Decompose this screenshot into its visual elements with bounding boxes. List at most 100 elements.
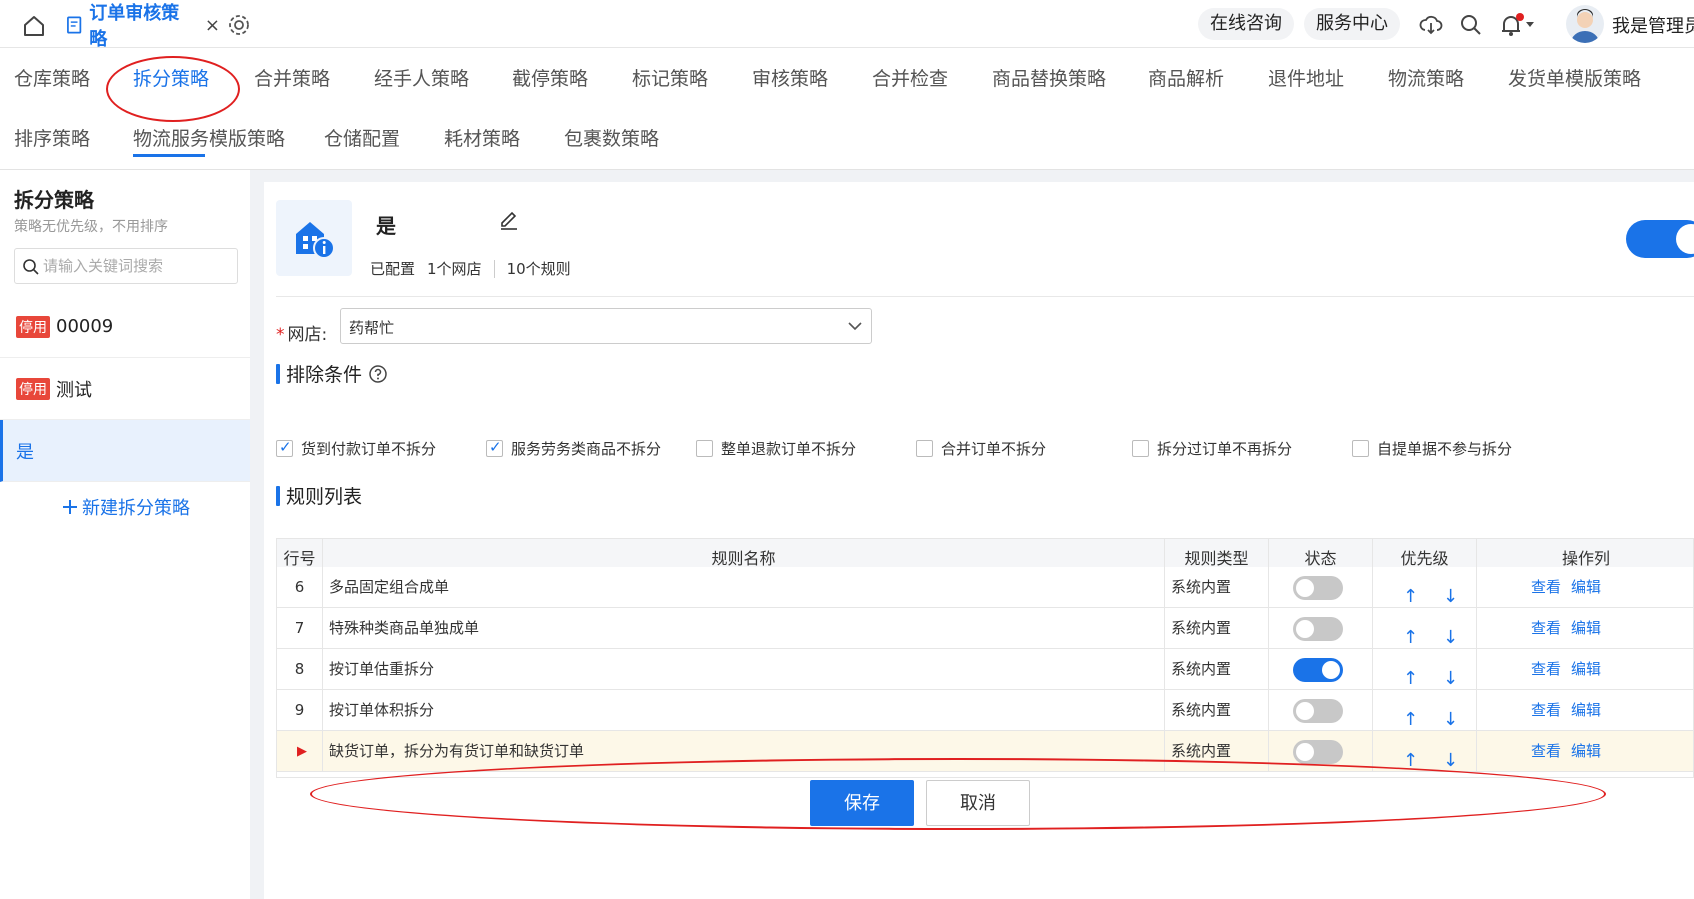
- nav-item-split[interactable]: 拆分策略: [133, 64, 209, 91]
- new-strategy-label: 新建拆分策略: [82, 498, 190, 519]
- edit-link[interactable]: 编辑: [1571, 731, 1601, 772]
- view-link[interactable]: 查看: [1531, 690, 1561, 731]
- nav-item-product-replace[interactable]: 商品替换策略: [992, 64, 1106, 91]
- list-item-label: 00009: [56, 316, 114, 337]
- nav-item-merge-check[interactable]: 合并检查: [872, 64, 948, 91]
- online-consult-button[interactable]: 在线咨询: [1198, 8, 1294, 40]
- rules-section-title: 规则列表: [276, 482, 362, 509]
- shop-select[interactable]: 药帮忙: [340, 308, 872, 344]
- move-down-icon[interactable]: ↓: [1443, 576, 1458, 608]
- checkbox-pickup[interactable]: 自提单据不参与拆分: [1352, 438, 1512, 459]
- checkbox-cod[interactable]: 货到付款订单不拆分: [276, 438, 436, 459]
- checkbox[interactable]: [1352, 440, 1369, 457]
- view-link[interactable]: 查看: [1531, 731, 1561, 772]
- avatar[interactable]: [1566, 5, 1604, 43]
- move-up-icon[interactable]: ↑: [1403, 658, 1418, 690]
- cloud-download-icon[interactable]: [1418, 12, 1444, 38]
- chevron-down-icon: [848, 322, 862, 331]
- sidebar-search: [14, 248, 238, 284]
- list-item[interactable]: 停用 00009: [0, 296, 250, 358]
- edit-link[interactable]: 编辑: [1571, 567, 1601, 608]
- nav-item-intercept[interactable]: 截停策略: [512, 64, 588, 91]
- nav-item-return-address[interactable]: 退件地址: [1268, 64, 1344, 91]
- move-down-icon[interactable]: ↓: [1443, 658, 1458, 690]
- policy-enable-toggle[interactable]: [1626, 220, 1694, 258]
- help-icon[interactable]: [368, 364, 388, 384]
- document-icon: [67, 16, 82, 34]
- nav-item-storage-config[interactable]: 仓储配置: [324, 124, 400, 151]
- nav-item-consumables[interactable]: 耗材策略: [444, 124, 520, 151]
- list-item-selected[interactable]: 是: [0, 420, 250, 482]
- bell-icon[interactable]: [1498, 12, 1538, 38]
- strategy-detail-panel: 是 已配置 1个网店 10个规则 *网店: 药帮忙 排除条件 货到付款订单不拆分…: [264, 182, 1694, 899]
- move-up-icon[interactable]: ↑: [1403, 617, 1418, 649]
- strategy-sidebar: 拆分策略 策略无优先级，不用排序 停用 00009 停用 测试 是 新建拆分策略: [0, 170, 250, 899]
- table-row: 7 特殊种类商品单独成单 系统内置 ↑ ↓ 查看 编辑: [277, 608, 1693, 649]
- move-up-icon[interactable]: ↑: [1403, 576, 1418, 608]
- nav-item-handler[interactable]: 经手人策略: [374, 64, 469, 91]
- gear-icon[interactable]: [226, 12, 252, 38]
- status-toggle[interactable]: [1293, 617, 1343, 641]
- checkbox[interactable]: [486, 438, 503, 457]
- nav-item-logistics[interactable]: 物流策略: [1388, 64, 1464, 91]
- shop-select-value: 药帮忙: [349, 319, 395, 337]
- checkbox[interactable]: [1132, 440, 1149, 457]
- close-icon[interactable]: ×: [205, 15, 220, 36]
- move-down-icon[interactable]: ↓: [1443, 617, 1458, 649]
- edit-icon[interactable]: [498, 208, 520, 230]
- new-strategy-button[interactable]: 新建拆分策略: [62, 494, 190, 520]
- tab-order-review[interactable]: 订单审核策略 ×: [58, 3, 220, 50]
- move-up-icon[interactable]: ↑: [1403, 740, 1418, 772]
- username[interactable]: 我是管理员: [1612, 12, 1694, 38]
- status-toggle[interactable]: [1293, 658, 1343, 682]
- move-down-icon[interactable]: ↓: [1443, 740, 1458, 772]
- nav-item-mark[interactable]: 标记策略: [632, 64, 708, 91]
- view-link[interactable]: 查看: [1531, 567, 1561, 608]
- status-toggle[interactable]: [1293, 576, 1343, 600]
- move-down-icon[interactable]: ↓: [1443, 699, 1458, 731]
- save-button[interactable]: 保存: [810, 780, 914, 826]
- nav-item-product-parse[interactable]: 商品解析: [1148, 64, 1224, 91]
- policy-shop-count: 1个网店: [427, 260, 482, 278]
- service-center-button[interactable]: 服务中心: [1304, 8, 1400, 40]
- home-icon[interactable]: [20, 12, 48, 40]
- checkbox-split-once[interactable]: 拆分过订单不再拆分: [1132, 438, 1292, 459]
- nav-item-review[interactable]: 审核策略: [752, 64, 828, 91]
- policy-status: 已配置: [370, 260, 416, 278]
- policy-meta: 已配置 1个网店 10个规则: [370, 258, 571, 279]
- nav-item-package-count[interactable]: 包裹数策略: [564, 124, 659, 151]
- nav-item-warehouse[interactable]: 仓库策略: [14, 64, 90, 91]
- nav-item-merge[interactable]: 合并策略: [254, 64, 330, 91]
- policy-rule-count: 10个规则: [506, 260, 571, 278]
- search-icon[interactable]: [1458, 12, 1484, 38]
- checkbox-service[interactable]: 服务劳务类商品不拆分: [486, 438, 661, 459]
- search-input[interactable]: [43, 255, 233, 277]
- view-link[interactable]: 查看: [1531, 649, 1561, 690]
- checkbox-merged[interactable]: 合并订单不拆分: [916, 438, 1046, 459]
- active-tab-underline: [133, 154, 205, 157]
- table-row: 6 多品固定组合成单 系统内置 ↑ ↓ 查看 编辑: [277, 567, 1693, 608]
- policy-name: 是: [376, 214, 396, 238]
- nav-item-logistics-service-template[interactable]: 物流服务模版策略: [133, 124, 285, 151]
- search-icon: [23, 259, 39, 275]
- checkbox[interactable]: [696, 440, 713, 457]
- checkbox-full-refund[interactable]: 整单退款订单不拆分: [696, 438, 856, 459]
- cancel-button[interactable]: 取消: [926, 780, 1030, 826]
- status-toggle[interactable]: [1293, 699, 1343, 723]
- checkbox[interactable]: [916, 440, 933, 457]
- status-toggle[interactable]: [1293, 740, 1343, 764]
- nav-item-invoice-template[interactable]: 发货单模版策略: [1508, 64, 1641, 91]
- list-item[interactable]: 停用 测试: [0, 358, 250, 420]
- checkbox[interactable]: [276, 438, 293, 457]
- edit-link[interactable]: 编辑: [1571, 608, 1601, 649]
- table-row: 8 按订单估重拆分 系统内置 ↑ ↓ 查看 编辑: [277, 649, 1693, 690]
- edit-link[interactable]: 编辑: [1571, 690, 1601, 731]
- sidebar-subtitle: 策略无优先级，不用排序: [14, 219, 168, 235]
- edit-link[interactable]: 编辑: [1571, 649, 1601, 690]
- tab-title: 订单审核策略: [89, 3, 180, 50]
- divider: [276, 296, 1694, 297]
- nav-item-sort[interactable]: 排序策略: [14, 124, 90, 151]
- move-up-icon[interactable]: ↑: [1403, 699, 1418, 731]
- status-badge: 停用: [16, 315, 50, 338]
- view-link[interactable]: 查看: [1531, 608, 1561, 649]
